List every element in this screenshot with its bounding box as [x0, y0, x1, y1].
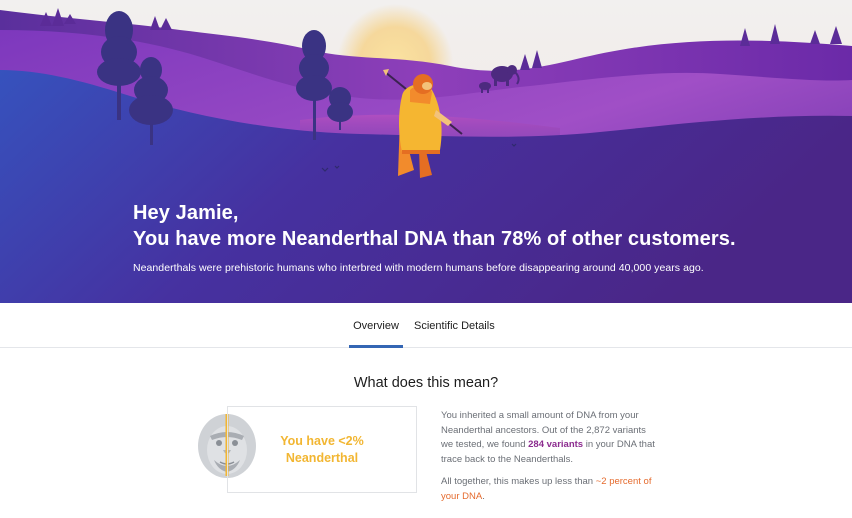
page-title: You have more Neanderthal DNA than 78% o…	[133, 228, 736, 250]
desc2-text-c: .	[482, 490, 485, 502]
desc2-text-a: All together, this makes up less than	[441, 476, 596, 487]
result-card: You have <2% Neanderthal	[227, 406, 417, 493]
result-percent: You have <2%	[280, 434, 364, 448]
tab-bar: Overview Scientific Details	[0, 303, 852, 348]
hero-subtitle: Neanderthals were prehistoric humans who…	[133, 262, 704, 274]
hero-text: Hey Jamie, You have more Neanderthal DNA…	[133, 200, 736, 275]
result-summary: You have <2% Neanderthal	[228, 433, 416, 467]
variant-count: 284 variants	[528, 439, 584, 450]
tab-scientific-details[interactable]: Scientific Details	[414, 320, 495, 348]
hero-banner: Hey Jamie, You have more Neanderthal DNA…	[0, 0, 852, 303]
description: You inherited a small amount of DNA from…	[441, 409, 656, 504]
greeting: Hey Jamie,	[133, 202, 239, 224]
result-label: Neanderthal	[285, 451, 359, 465]
tab-overview[interactable]: Overview	[349, 320, 403, 348]
section-title: What does this mean?	[353, 375, 499, 391]
description-paragraph-2: All together, this makes up less than ~2…	[441, 475, 656, 504]
description-paragraph-1: You inherited a small amount of DNA from…	[441, 409, 656, 467]
